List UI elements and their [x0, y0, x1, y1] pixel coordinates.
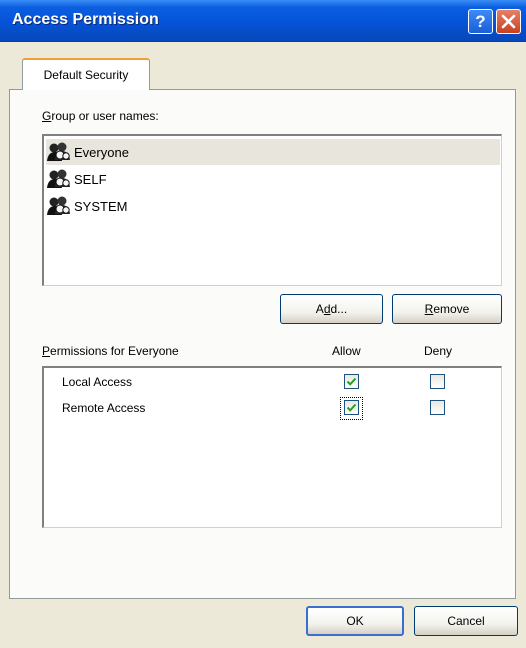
allow-column-header: Allow — [332, 344, 361, 358]
list-item-self[interactable]: SELF — [46, 166, 500, 192]
deny-column-header: Deny — [424, 344, 453, 358]
list-item-label: Everyone — [74, 144, 129, 160]
permission-local-access: Local Access — [62, 375, 133, 389]
list-item-system[interactable]: SYSTEM — [46, 193, 500, 219]
allow-checkbox-local-access[interactable] — [344, 374, 359, 389]
ok-button[interactable]: OK — [306, 606, 404, 636]
user-group-icon — [47, 169, 70, 188]
check-icon — [346, 377, 357, 386]
help-icon: ? — [475, 11, 486, 31]
permission-remote-access: Remote Access — [62, 401, 146, 415]
user-group-icon — [47, 142, 70, 161]
cancel-button[interactable]: Cancel — [414, 606, 518, 636]
user-group-icon — [47, 196, 70, 215]
permissions-label: Permissions for Everyone — [42, 344, 179, 358]
cancel-button-label: Cancel — [447, 614, 485, 628]
remove-button-label: Remove — [424, 302, 470, 316]
permissions-list[interactable] — [42, 366, 502, 528]
close-button[interactable] — [496, 9, 521, 34]
ok-button-label: OK — [346, 614, 364, 628]
check-icon — [346, 403, 357, 412]
add-button-label: Add... — [315, 302, 348, 316]
title-bar: Access Permission ? — [0, 0, 526, 42]
window-title: Access Permission — [12, 11, 159, 28]
add-button[interactable]: Add... — [280, 294, 383, 324]
help-button[interactable]: ? — [468, 9, 493, 34]
remove-button[interactable]: Remove — [392, 294, 502, 324]
close-x-icon — [501, 14, 516, 29]
tab-label: Default Security — [43, 68, 129, 82]
deny-checkbox-local-access[interactable] — [430, 374, 445, 389]
list-item-label: SELF — [74, 171, 107, 187]
user-list[interactable]: Everyone SELF SYSTEM — [42, 134, 502, 286]
tab-default-security[interactable]: Default Security — [22, 58, 150, 90]
group-user-names-label: Group or user names: — [42, 109, 159, 123]
list-item-everyone[interactable]: Everyone — [46, 139, 500, 165]
allow-checkbox-remote-access[interactable] — [344, 400, 359, 415]
deny-checkbox-remote-access[interactable] — [430, 400, 445, 415]
list-item-label: SYSTEM — [74, 198, 128, 214]
